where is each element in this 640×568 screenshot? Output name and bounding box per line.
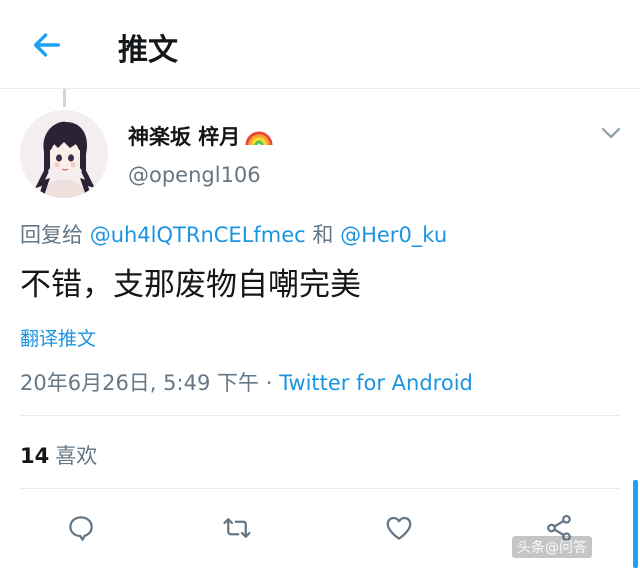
divider bbox=[20, 415, 620, 416]
back-arrow-icon[interactable] bbox=[30, 28, 64, 62]
author-name[interactable]: 神楽坂 梓月 bbox=[128, 121, 274, 151]
like-icon[interactable] bbox=[384, 513, 414, 543]
rainbow-emoji-icon bbox=[245, 131, 273, 146]
divider bbox=[20, 488, 620, 489]
scrollbar[interactable] bbox=[633, 480, 638, 568]
chevron-down-icon[interactable] bbox=[600, 125, 622, 141]
likes-label: 喜欢 bbox=[55, 444, 98, 468]
author-handle[interactable]: @opengl106 bbox=[128, 163, 261, 187]
watermark: 头条@问答 bbox=[512, 536, 592, 558]
mention-link-1[interactable]: @uh4lQTRnCELfmec bbox=[90, 223, 306, 247]
reply-prefix: 回复给 bbox=[20, 223, 83, 247]
likes-count: 14 bbox=[20, 444, 50, 468]
translate-tweet-link[interactable]: 翻译推文 bbox=[20, 324, 96, 351]
thread-connector-line bbox=[63, 89, 66, 107]
tweet-text: 不错，支那废物自嘲完美 bbox=[20, 267, 361, 303]
page-title: 推文 bbox=[118, 33, 178, 68]
author-name-text: 神楽坂 梓月 bbox=[128, 125, 241, 149]
reply-and: 和 bbox=[312, 223, 334, 247]
reply-context: 回复给 @uh4lQTRnCELfmec 和 @Her0_ku bbox=[20, 219, 447, 249]
tweet-timestamp: 20年6月26日, 5:49 下午 bbox=[20, 371, 259, 395]
tweet-source-link[interactable]: Twitter for Android bbox=[279, 371, 473, 395]
retweet-icon[interactable] bbox=[222, 513, 252, 543]
likes-stat[interactable]: 14 喜欢 bbox=[20, 440, 97, 470]
reply-icon[interactable] bbox=[66, 513, 96, 543]
meta-separator: · bbox=[265, 371, 273, 395]
mention-link-2[interactable]: @Her0_ku bbox=[340, 223, 447, 247]
top-bar: 推文 bbox=[0, 0, 640, 89]
tweet-meta: 20年6月26日, 5:49 下午 · Twitter for Android bbox=[20, 367, 473, 397]
avatar-illustration bbox=[20, 110, 108, 198]
avatar[interactable] bbox=[20, 110, 108, 198]
